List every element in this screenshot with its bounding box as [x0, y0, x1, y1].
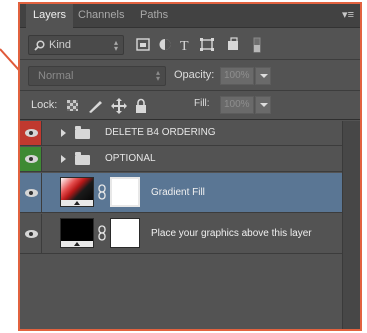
blend-row: Normal ▴ ▾ Opacity: 100%	[20, 61, 360, 91]
opacity-label: Opacity:	[174, 69, 215, 81]
search-icon	[34, 40, 45, 51]
filter-kind-label: Kind	[49, 39, 72, 51]
layer-name: OPTIONAL	[105, 153, 156, 164]
lock-icons	[67, 98, 146, 114]
tab-channels[interactable]: Channels	[71, 4, 131, 28]
layer-mask-thumbnail[interactable]	[110, 218, 140, 248]
type-layer-filter-icon: T	[180, 39, 189, 54]
layers-panel: Layers Channels Paths ▾≡ Kind ▴ ▾ T Norm…	[18, 2, 362, 331]
pixel-layer-filter-icon	[136, 38, 150, 51]
layer-thumbnail[interactable]	[60, 177, 94, 207]
layer-thumbnail[interactable]	[60, 218, 94, 248]
visibility-toggle[interactable]	[20, 147, 42, 171]
filter-toggle-icon	[253, 37, 261, 53]
layer-name: Gradient Fill	[151, 187, 205, 198]
lock-position-icon	[111, 98, 127, 114]
chain-link-icon[interactable]	[98, 225, 106, 241]
eye-icon	[25, 189, 38, 197]
panel-menu-icon[interactable]: ▾≡	[342, 10, 354, 21]
svg-text:T: T	[180, 39, 189, 54]
lock-transparent-pixels-icon	[67, 100, 78, 111]
filter-type-icons: T	[136, 37, 261, 54]
gradient-fill-badge-icon	[61, 200, 93, 206]
folder-icon	[75, 152, 90, 165]
lock-all-icon	[136, 98, 146, 113]
shape-layer-filter-icon	[200, 38, 214, 51]
eye-icon	[25, 129, 38, 137]
updown-arrows-icon: ▴ ▾	[113, 38, 118, 53]
layer-name: DELETE B4 ORDERING	[105, 127, 216, 138]
fill-badge-icon	[61, 241, 93, 247]
filter-kind-select[interactable]: Kind ▴ ▾	[28, 35, 124, 55]
eye-icon	[25, 155, 38, 163]
lock-row: Lock: Fill: 100%	[20, 92, 360, 120]
adjustment-layer-filter-icon	[159, 39, 171, 50]
layer-row[interactable]: Place your graphics above this layer	[20, 214, 342, 254]
fill-label: Fill:	[194, 98, 210, 109]
layers-list: DELETE B4 ORDERING OPTIONAL Gradient Fil…	[20, 121, 342, 329]
layer-mask-thumbnail[interactable]	[110, 177, 140, 207]
lock-image-pixels-icon	[89, 101, 102, 113]
filter-row: Kind ▴ ▾ T	[20, 30, 360, 60]
layer-row-group[interactable]: OPTIONAL	[20, 147, 342, 172]
smart-object-filter-icon	[228, 37, 238, 50]
visibility-toggle[interactable]	[20, 214, 42, 253]
tab-paths[interactable]: Paths	[133, 4, 175, 28]
blend-mode-select[interactable]: Normal ▴ ▾	[28, 66, 166, 86]
opacity-field[interactable]: 100%	[220, 67, 254, 85]
fill-dropdown-button[interactable]	[255, 96, 271, 114]
chain-link-icon[interactable]	[98, 184, 106, 200]
visibility-toggle[interactable]	[20, 121, 42, 145]
folder-icon	[75, 126, 90, 139]
expand-triangle-icon[interactable]	[61, 155, 66, 163]
fill-field[interactable]: 100%	[220, 96, 254, 114]
lock-label: Lock:	[31, 99, 58, 111]
blend-mode-value: Normal	[38, 70, 74, 82]
visibility-toggle[interactable]	[20, 173, 42, 212]
panel-tab-bar: Layers Channels Paths ▾≡	[20, 4, 360, 29]
layer-row-selected[interactable]: Gradient Fill	[20, 173, 342, 213]
opacity-dropdown-button[interactable]	[255, 67, 271, 85]
layer-row-group[interactable]: DELETE B4 ORDERING	[20, 121, 342, 146]
layer-name: Place your graphics above this layer	[151, 228, 312, 239]
expand-triangle-icon[interactable]	[61, 129, 66, 137]
updown-arrows-icon: ▴ ▾	[155, 68, 160, 83]
eye-icon	[25, 230, 38, 238]
scrollbar-track[interactable]	[342, 121, 360, 329]
tab-layers[interactable]: Layers	[26, 4, 74, 29]
